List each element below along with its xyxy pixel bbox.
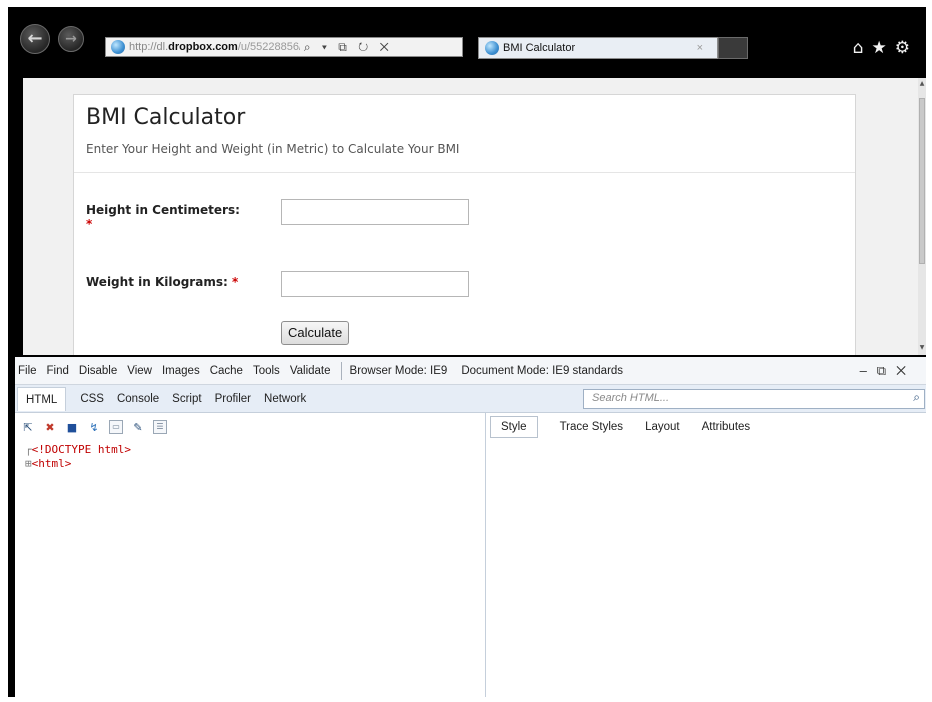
browser-mode-menu[interactable]: Browser Mode: IE9 xyxy=(350,365,448,377)
menu-tools[interactable]: Tools xyxy=(253,365,280,377)
tree-node-html-text: <html> xyxy=(31,457,72,470)
title-bar: ← → http://dl. dropbox.com /u/55228856/b… xyxy=(8,7,926,85)
tree-node-html[interactable]: ⊞<html> xyxy=(25,457,71,470)
tab-script[interactable]: Script xyxy=(172,389,201,409)
tools-gear-icon[interactable]: ⚙ xyxy=(895,38,918,58)
minimize-icon[interactable]: – xyxy=(860,363,877,378)
menu-find[interactable]: Find xyxy=(47,365,69,377)
search-html-input[interactable]: Search HTML... ⌕ xyxy=(583,389,925,409)
url-prefix: http://dl. xyxy=(129,41,169,53)
style-pane-tabs: Style Trace Styles Layout Attributes xyxy=(486,413,926,441)
browser-toolbar-icons: ⌂★⚙ xyxy=(853,38,918,58)
weight-label: Weight in Kilograms: * xyxy=(86,275,238,289)
tab-network[interactable]: Network xyxy=(264,389,306,409)
clear-icon[interactable]: ✖ xyxy=(43,420,57,434)
dom-view-icon[interactable]: ☰ xyxy=(153,420,167,434)
url-host: dropbox.com xyxy=(168,41,238,53)
pane-divider[interactable] xyxy=(485,413,486,697)
menu-disable[interactable]: Disable xyxy=(79,365,117,377)
tab-style[interactable]: Style xyxy=(490,416,538,438)
tab-profiler[interactable]: Profiler xyxy=(215,389,251,409)
devtools-menu-bar: File Find Disable View Images Cache Tool… xyxy=(15,357,926,385)
search-icon[interactable]: ⌕ xyxy=(913,390,920,405)
page-viewport: BMI Calculator Enter Your Height and Wei… xyxy=(23,78,918,355)
html-tree-pane: ┌<!DOCTYPE html> ⊞<html> xyxy=(15,441,485,697)
height-input[interactable] xyxy=(281,199,469,225)
address-bar[interactable]: http://dl. dropbox.com /u/55228856/bm ⌕ … xyxy=(105,37,463,57)
developer-tools-panel: File Find Disable View Images Cache Tool… xyxy=(15,357,926,697)
form-header: BMI Calculator Enter Your Height and Wei… xyxy=(74,95,855,173)
tab-trace-styles[interactable]: Trace Styles xyxy=(560,421,623,433)
tab-attributes[interactable]: Attributes xyxy=(702,421,751,433)
refresh-icon[interactable]: ↯ xyxy=(87,420,101,434)
edit-icon[interactable]: ✎ xyxy=(131,420,145,434)
tree-node-doctype[interactable]: ┌<!DOCTYPE html> xyxy=(25,443,131,456)
word-wrap-icon[interactable]: ▭ xyxy=(109,420,123,434)
page-scrollbar[interactable]: ▲ ▼ xyxy=(918,78,926,355)
height-label-text: Height in Centimeters: xyxy=(86,203,240,217)
menu-validate[interactable]: Validate xyxy=(290,365,331,377)
favorites-star-icon[interactable]: ★ xyxy=(872,38,895,58)
menu-view[interactable]: View xyxy=(127,365,152,377)
restore-icon[interactable]: ⧉ xyxy=(877,363,896,378)
select-element-icon[interactable]: ⇱ xyxy=(21,420,35,434)
menu-separator xyxy=(340,361,342,380)
tab-title: BMI Calculator xyxy=(503,42,576,54)
back-button[interactable]: ← xyxy=(20,24,50,54)
tree-branch-icon: ┌ xyxy=(25,443,32,456)
scroll-thumb[interactable] xyxy=(919,98,925,264)
tab-close-icon[interactable]: × xyxy=(697,42,703,54)
tab-layout[interactable]: Layout xyxy=(645,421,680,433)
weight-required-mark: * xyxy=(231,275,239,289)
browser-window: ← → http://dl. dropbox.com /u/55228856/b… xyxy=(8,7,926,697)
weight-label-text: Weight in Kilograms: xyxy=(86,275,228,289)
tab-favicon-icon xyxy=(485,41,499,55)
devtools-window-controls: –⧉✕ xyxy=(860,363,916,379)
html-toolbar: ⇱ ✖ ■ ↯ ▭ ✎ ☰ xyxy=(15,413,485,441)
search-html-placeholder: Search HTML... xyxy=(592,392,670,404)
tree-node-doctype-text: <!DOCTYPE html> xyxy=(31,443,131,456)
back-arrow-icon: ← xyxy=(27,28,43,49)
menu-file[interactable]: File xyxy=(18,365,37,377)
tab-html[interactable]: HTML xyxy=(17,386,67,411)
calculate-button[interactable]: Calculate xyxy=(281,321,350,345)
page-subtitle: Enter Your Height and Weight (in Metric)… xyxy=(86,142,460,156)
forward-arrow-icon: → xyxy=(65,31,77,47)
expand-plus-icon[interactable]: ⊞ xyxy=(25,457,32,470)
home-icon[interactable]: ⌂ xyxy=(853,38,872,58)
height-label: Height in Centimeters: * xyxy=(86,203,240,231)
scroll-up-icon[interactable]: ▲ xyxy=(918,80,926,87)
tab-console[interactable]: Console xyxy=(117,389,159,409)
forward-button[interactable]: → xyxy=(58,26,84,52)
url-rest: /u/55228856/bm xyxy=(237,41,300,53)
tab-css[interactable]: CSS xyxy=(80,389,104,409)
new-tab-button[interactable] xyxy=(718,37,748,59)
document-mode-menu[interactable]: Document Mode: IE9 standards xyxy=(461,365,623,377)
address-bar-icons[interactable]: ⌕ ▾ ⧉ ↻ ✕ xyxy=(304,40,393,55)
close-icon[interactable]: ✕ xyxy=(896,363,916,378)
bmi-form-card: BMI Calculator Enter Your Height and Wei… xyxy=(73,94,856,355)
browser-tab[interactable]: BMI Calculator × xyxy=(478,37,718,59)
scroll-down-icon[interactable]: ▼ xyxy=(918,344,926,351)
weight-input[interactable] xyxy=(281,271,469,297)
height-required-mark: * xyxy=(86,217,93,231)
page-title: BMI Calculator xyxy=(86,105,246,130)
menu-cache[interactable]: Cache xyxy=(210,365,243,377)
menu-images[interactable]: Images xyxy=(162,365,200,377)
site-globe-icon xyxy=(111,40,125,54)
save-icon[interactable]: ■ xyxy=(65,420,79,434)
